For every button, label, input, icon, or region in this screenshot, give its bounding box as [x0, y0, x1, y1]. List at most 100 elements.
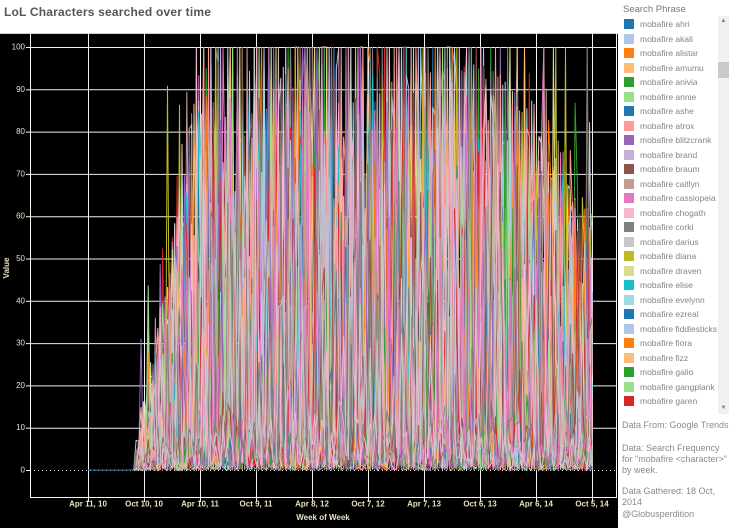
x-tick-label: Apr 10, 11 — [181, 500, 219, 509]
legend-item-label: mobafire diana — [640, 251, 696, 261]
legend-item-label: mobafire chogath — [640, 208, 706, 218]
legend-item-label: mobafire fizz — [640, 353, 688, 363]
x-tick-label: Oct 6, 13 — [463, 500, 497, 509]
legend-swatch — [624, 382, 634, 392]
x-tick-label: Oct 10, 10 — [125, 500, 163, 509]
legend-swatch — [624, 121, 634, 131]
legend-item-label: mobafire elise — [640, 280, 693, 290]
author-handle: @Globusperdition — [622, 509, 728, 520]
legend-item[interactable]: mobafire garen — [624, 395, 697, 408]
legend-item[interactable]: mobafire darius — [624, 235, 699, 248]
x-tick-label: Apr 7, 13 — [407, 500, 441, 509]
legend-item-label: mobafire draven — [640, 266, 701, 276]
legend-item[interactable]: mobafire alistar — [624, 47, 698, 60]
legend-item-label: mobafire alistar — [640, 48, 698, 58]
scroll-down-icon[interactable]: ▼ — [718, 403, 729, 414]
legend-swatch — [624, 309, 634, 319]
legend-item-label: mobafire atrox — [640, 121, 694, 131]
x-tick-label: Apr 6, 14 — [519, 500, 553, 509]
legend-swatch — [624, 179, 634, 189]
legend-swatch — [624, 135, 634, 145]
legend-item[interactable]: mobafire diana — [624, 250, 696, 263]
x-tick-label: Apr 8, 12 — [295, 500, 329, 509]
legend-item-label: mobafire amumu — [640, 63, 704, 73]
y-tick-label: 30 — [16, 339, 25, 348]
legend-swatch — [624, 295, 634, 305]
legend-swatch — [624, 34, 634, 44]
legend-item[interactable]: mobafire fiora — [624, 337, 692, 350]
x-axis-title: Week of Week — [296, 513, 350, 522]
legend-item[interactable]: mobafire gangplank — [624, 380, 715, 393]
legend-item[interactable]: mobafire ezreal — [624, 308, 699, 321]
legend-item[interactable]: mobafire chogath — [624, 206, 706, 219]
legend-swatch — [624, 251, 634, 261]
legend-item-label: mobafire galio — [640, 367, 693, 377]
legend-item[interactable]: mobafire anivia — [624, 76, 698, 89]
scrollbar-thumb[interactable] — [718, 62, 729, 78]
legend-swatch — [624, 19, 634, 29]
legend-swatch — [624, 353, 634, 363]
y-tick-label: 80 — [16, 127, 25, 136]
legend-swatch — [624, 208, 634, 218]
legend-item[interactable]: mobafire akali — [624, 32, 693, 45]
legend-swatch — [624, 280, 634, 290]
legend-swatch — [624, 106, 634, 116]
legend-item[interactable]: mobafire ashe — [624, 105, 694, 118]
y-tick-label: 60 — [16, 212, 25, 221]
legend-item-label: mobafire garen — [640, 396, 697, 406]
y-tick-label: 90 — [16, 85, 25, 94]
legend-item[interactable]: mobafire ahri — [624, 18, 690, 31]
legend-item-label: mobafire evelynn — [640, 295, 705, 305]
legend-item-label: mobafire ashe — [640, 106, 694, 116]
legend-item[interactable]: mobafire draven — [624, 264, 701, 277]
y-tick-label: 50 — [16, 254, 25, 263]
scroll-up-icon[interactable]: ▲ — [718, 16, 729, 27]
legend-item[interactable]: mobafire annie — [624, 90, 696, 103]
y-tick-label: 20 — [16, 381, 25, 390]
legend-scrollbar[interactable]: ▲ ▼ — [718, 16, 729, 414]
legend-item[interactable]: mobafire fizz — [624, 351, 688, 364]
legend-item[interactable]: mobafire atrox — [624, 119, 694, 132]
legend-title: Search Phrase — [623, 4, 686, 15]
data-source-note: Data From: Google Trends — [622, 420, 728, 431]
legend-swatch — [624, 48, 634, 58]
legend-item[interactable]: mobafire brand — [624, 148, 697, 161]
legend-panel: Search Phrase mobafire ahri mobafire akal… — [618, 0, 736, 528]
legend-swatch — [624, 164, 634, 174]
legend-item-label: mobafire braum — [640, 164, 700, 174]
chart-plot-area[interactable]: 0102030405060708090100Apr 11, 10Oct 10, … — [0, 33, 618, 528]
legend-item[interactable]: mobafire cassiopeia — [624, 192, 716, 205]
legend-swatch — [624, 63, 634, 73]
legend-swatch — [624, 193, 634, 203]
legend-item-label: mobafire corki — [640, 222, 693, 232]
legend-item-label: mobafire cassiopeia — [640, 193, 716, 203]
legend-item[interactable]: mobafire corki — [624, 221, 693, 234]
page-title: LoL Characters searched over time — [4, 5, 211, 19]
legend-item[interactable]: mobafire amumu — [624, 61, 704, 74]
legend-swatch — [624, 396, 634, 406]
x-tick-label: Oct 5, 14 — [575, 500, 609, 509]
legend-item[interactable]: mobafire elise — [624, 279, 693, 292]
legend-swatch — [624, 237, 634, 247]
legend-item[interactable]: mobafire fiddlesticks — [624, 322, 717, 335]
legend-item-label: mobafire anivia — [640, 77, 698, 87]
legend-item[interactable]: mobafire evelynn — [624, 293, 705, 306]
legend-item[interactable]: mobafire caitlyn — [624, 177, 700, 190]
legend-item-label: mobafire fiora — [640, 338, 692, 348]
data-description-note: Data: Search Frequency for "mobafire <ch… — [622, 443, 728, 476]
y-tick-label: 40 — [16, 296, 25, 305]
legend-item-label: mobafire ahri — [640, 19, 690, 29]
y-tick-label: 100 — [12, 43, 26, 52]
legend-item-label: mobafire fiddlesticks — [640, 324, 717, 334]
legend-swatch — [624, 150, 634, 160]
legend-item[interactable]: mobafire galio — [624, 366, 693, 379]
data-gathered-note: Data Gathered: 18 Oct, 2014 — [622, 486, 722, 508]
legend-item-label: mobafire gangplank — [640, 382, 715, 392]
legend-item-label: mobafire blitzcrank — [640, 135, 711, 145]
legend-item[interactable]: mobafire blitzcrank — [624, 134, 711, 147]
legend-item[interactable]: mobafire braum — [624, 163, 700, 176]
y-axis-title: Value — [2, 257, 11, 278]
legend-swatch — [624, 222, 634, 232]
legend-swatch — [624, 324, 634, 334]
x-tick-label: Oct 7, 12 — [351, 500, 385, 509]
